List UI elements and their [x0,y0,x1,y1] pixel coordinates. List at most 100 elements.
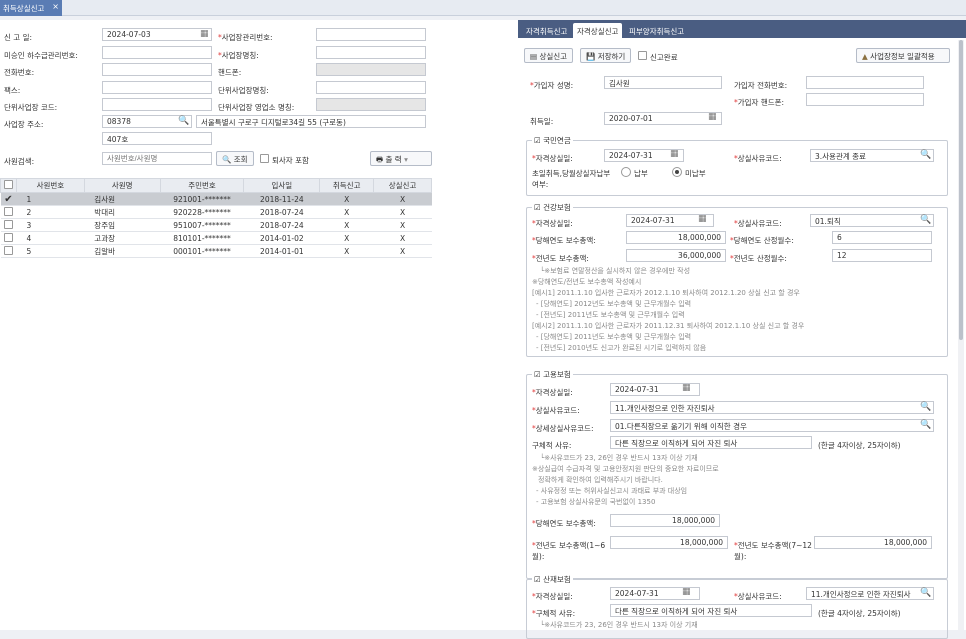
col-header-emp-name[interactable]: 사원명 [83,178,161,193]
cell-emp-name: 고과장 [84,231,161,245]
apply-biz-info-button[interactable]: ▲ 사업장정보 일괄적용 [856,48,950,63]
calendar-icon[interactable]: ▦ [708,112,717,122]
acq-date-input[interactable]: 2020-07-01 [604,112,722,125]
table-row[interactable]: 4 고과장 810101-******* 2014-01-02 X X [0,231,432,245]
emp-detail-input[interactable]: 01.다른직장으로 옮기기 위해 이직한 경우 [610,419,934,432]
col-header-rrn[interactable]: 주민번호 [159,178,245,193]
search-icon[interactable]: 🔍 [920,215,931,225]
calendar-icon[interactable]: ▦ [670,149,679,159]
search-icon[interactable]: 🔍 [920,150,931,160]
biz-mgmt-no-input[interactable] [316,28,426,41]
save-button[interactable]: 💾 저장하기 [580,48,632,63]
wage-unpaid-no-input[interactable] [102,46,212,59]
health-cur-total-input[interactable]: 18,000,000 [626,231,726,244]
mobile-label: 핸드폰: [218,68,242,77]
row-checkbox[interactable] [3,232,13,242]
col-header-acq[interactable]: 취득신고 [319,178,375,193]
fax-input[interactable] [102,81,212,94]
employee-search-input[interactable] [102,152,212,165]
select-all-checkbox[interactable] [3,180,13,189]
emp-specific-label: 구체적 사유: [532,441,572,450]
industrial-header[interactable]: ☑ 산재보험 [532,574,573,585]
col-header-join-date[interactable]: 입사일 [243,178,321,193]
mountain-icon: ▲ [862,52,868,61]
search-icon[interactable]: 🔍 [178,116,189,126]
subscriber-mobile-input[interactable] [806,93,924,106]
row-checkbox[interactable] [3,245,13,255]
tab-acquisition-report[interactable]: 자격취득신고 [522,23,571,38]
biz-name-input[interactable] [316,46,426,59]
close-icon[interactable]: × [52,2,59,11]
row-checkbox[interactable] [3,206,13,216]
row-checkbox-cell[interactable] [0,218,17,232]
table-row[interactable]: ✔ 1 김사원 921001-******* 2018-11-24 X X [0,192,432,206]
table-row[interactable]: 3 장주임 951007-******* 2018-07-24 X X [0,218,432,232]
check-icon[interactable]: ☑ [534,575,541,584]
calendar-icon[interactable]: ▦ [682,383,691,393]
print-button[interactable]: 🖶 출 력 ▾ [370,151,432,166]
scrollbar[interactable] [958,40,964,630]
acq-date-label: 취득일: [530,117,554,126]
address1-input[interactable]: 서울특별시 구로구 디지털로34길 55 (구로동) [196,115,426,128]
select-all-header[interactable] [0,178,17,193]
health-reason-input[interactable]: 01.퇴직 [810,214,934,227]
ind-specific-input[interactable]: 다른 직장으로 이직하게 되어 자진 퇴사 [610,604,812,617]
calendar-icon[interactable]: ▦ [682,587,691,597]
report-done-checkbox[interactable] [638,51,647,60]
cell-rrn: 920228-******* [160,205,244,219]
emp-note: 정확하게 확인하여 입력해주시기 바랍니다. [538,476,663,484]
subscriber-phone-input[interactable] [806,76,924,89]
row-checkbox[interactable]: ✔ [4,194,13,204]
col-header-loss[interactable]: 상실신고 [373,178,432,193]
cell-emp-no: 4 [16,231,85,245]
health-prev-total-input[interactable]: 36,000,000 [626,249,726,262]
row-checkbox-cell[interactable] [0,205,17,219]
pay-radio[interactable] [621,167,631,177]
row-checkbox[interactable] [3,219,13,229]
tab-loss-report[interactable]: 자격상실신고 [573,23,623,38]
search-icon[interactable]: 🔍 [920,420,931,430]
employment-header[interactable]: ☑ 고용보험 [532,369,573,380]
loss-report-button[interactable]: ▤ 상실신고 [524,48,574,63]
unit-biz-code-input[interactable] [102,98,212,111]
pension-header[interactable]: ☑ 국민연금 [532,135,573,146]
emp-note: └※사유코드가 23, 26인 경우 반드시 13자 이상 기재 [540,454,698,462]
calendar-icon[interactable]: ▦ [698,214,707,224]
check-icon[interactable]: ☑ [534,370,541,379]
check-icon[interactable]: ☑ [534,136,541,145]
unit-biz-name-input[interactable] [316,81,426,94]
subscriber-name-input[interactable]: 김사원 [604,76,722,89]
health-header[interactable]: ☑ 건강보험 [532,202,573,213]
phone-input[interactable] [102,63,212,76]
search-icon[interactable]: 🔍 [920,402,931,412]
search-button[interactable]: 🔍 조회 [216,151,254,166]
search-icon[interactable]: 🔍 [920,588,931,598]
emp-prev2-input[interactable]: 18,000,000 [814,536,932,549]
row-checkbox-cell[interactable] [0,244,17,258]
health-cur-months-input[interactable]: 6 [832,231,932,244]
table-row[interactable]: 2 박대리 920228-******* 2018-07-24 X X [0,205,432,219]
emp-reason-input[interactable]: 11.개인사정으로 인한 자진퇴사 [610,401,934,414]
health-prev-months-input[interactable]: 12 [832,249,932,262]
biz-name-label: *사업장명칭: [218,51,259,60]
row-checkbox-cell[interactable] [0,231,17,245]
row-checkbox-cell[interactable]: ✔ [0,192,17,206]
report-date-input[interactable]: 2024-07-03 [102,28,212,41]
ind-reason-input[interactable]: 11.개인사정으로 인한 자진퇴사 [806,587,934,600]
col-header-emp-no[interactable]: 사원번호 [15,178,85,193]
address2-input[interactable]: 407호 [102,132,212,145]
subscriber-name-label: *가입자 성명: [530,81,574,90]
check-icon[interactable]: ☑ [534,203,541,212]
table-row[interactable]: 5 김알바 000101-******* 2014-01-01 X X [0,244,432,258]
emp-cur-total-input[interactable]: 18,000,000 [610,514,720,527]
calendar-icon[interactable]: ▦ [200,29,209,39]
scrollbar-thumb[interactable] [959,40,963,340]
health-title: 건강보험 [543,203,571,212]
tab-acq-loss-report[interactable]: 취득상실신고 × [0,0,62,16]
retired-include-checkbox[interactable] [260,154,269,163]
emp-specific-input[interactable]: 다른 직장으로 이직하게 되어 자진 퇴사 [610,436,812,449]
pension-reason-input[interactable]: 3.사용관계 종료 [810,149,934,162]
nopay-radio[interactable] [672,167,682,177]
emp-prev1-input[interactable]: 18,000,000 [610,536,728,549]
tab-dependent-report[interactable]: 피부양자취득신고 [625,23,688,38]
